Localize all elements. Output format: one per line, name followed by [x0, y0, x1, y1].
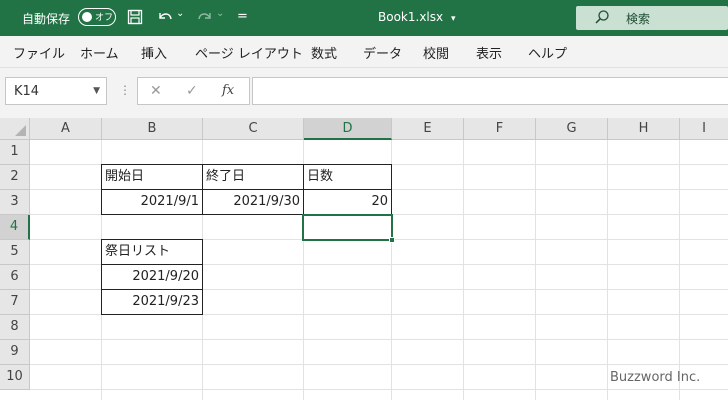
row-header-3[interactable]: 3 — [0, 190, 30, 215]
row-header-9[interactable]: 9 — [0, 340, 30, 365]
select-all-triangle — [15, 125, 26, 136]
column-header-e[interactable]: E — [392, 118, 464, 140]
cell-c3[interactable]: 2021/9/30 — [202, 189, 304, 215]
select-all-button[interactable] — [0, 118, 30, 140]
fill-handle[interactable] — [389, 237, 395, 243]
active-cell-d4[interactable] — [302, 214, 395, 243]
row-header-6[interactable]: 6 — [0, 265, 30, 290]
undo-icon[interactable] — [156, 8, 174, 26]
autosave-toggle[interactable]: オフ — [78, 8, 116, 26]
gridline-h — [30, 339, 728, 340]
gridline-v — [679, 140, 680, 400]
cell-d3[interactable]: 20 — [303, 189, 392, 215]
row-header-8[interactable]: 8 — [0, 315, 30, 340]
tab-formulas[interactable]: 数式 — [311, 43, 337, 62]
gridline-v — [607, 140, 608, 400]
name-box-value: K14 — [14, 84, 40, 99]
column-header-d[interactable]: D — [304, 118, 392, 140]
cell-b6[interactable]: 2021/9/20 — [101, 264, 203, 290]
column-header-h[interactable]: H — [608, 118, 680, 140]
gridline-v — [463, 140, 464, 400]
save-icon[interactable] — [126, 8, 144, 26]
cell-b7[interactable]: 2021/9/23 — [101, 289, 203, 315]
file-title-caret: ▾ — [450, 14, 456, 24]
cell-b5[interactable]: 祭日リスト — [101, 239, 203, 265]
tab-insert[interactable]: 挿入 — [141, 43, 167, 62]
column-header-a[interactable]: A — [30, 118, 102, 140]
toggle-knob — [82, 12, 92, 22]
qat-customize-button[interactable]: = — [237, 9, 248, 24]
row-header-2[interactable]: 2 — [0, 165, 30, 190]
tab-view[interactable]: 表示 — [476, 43, 502, 62]
tab-help[interactable]: ヘルプ — [528, 43, 567, 62]
row-header-4[interactable]: 4 — [0, 215, 30, 240]
column-header-i[interactable]: I — [680, 118, 728, 140]
watermark-text: Buzzword Inc. — [610, 370, 701, 385]
tab-page-layout[interactable]: ページ レイアウト — [195, 43, 303, 62]
search-label: 検索 — [626, 12, 651, 26]
name-box[interactable]: K14 ▼ — [5, 77, 107, 105]
formula-buttons: ✕ ✓ fx — [137, 77, 250, 105]
row-header-10[interactable]: 10 — [0, 365, 30, 390]
column-header-c[interactable]: C — [203, 118, 304, 140]
gridline-h — [30, 364, 728, 365]
file-title[interactable]: Book1.xlsx ▾ — [378, 10, 455, 24]
autosave-state: オフ — [95, 13, 114, 23]
undo-dropdown[interactable]: ⌄ — [176, 8, 184, 19]
title-bar: 自動保存 オフ ⌄ ⌄ = Book1.xlsx ▾ 検索 — [0, 0, 728, 36]
tab-home[interactable]: ホーム — [80, 43, 119, 62]
column-header-g[interactable]: G — [536, 118, 608, 140]
cancel-icon[interactable]: ✕ — [150, 83, 162, 99]
redo-icon — [196, 8, 214, 26]
cell-d2[interactable]: 日数 — [303, 164, 392, 190]
fx-icon[interactable]: fx — [222, 83, 234, 98]
formula-row: K14 ▼ ⋮ ✕ ✓ fx — [0, 68, 728, 118]
autosave-label: 自動保存 — [22, 12, 71, 26]
tab-file[interactable]: ファイル — [13, 43, 65, 62]
enter-icon[interactable]: ✓ — [186, 83, 198, 99]
search-box[interactable]: 検索 — [576, 6, 728, 30]
column-header-b[interactable]: B — [102, 118, 203, 140]
cell-b3[interactable]: 2021/9/1 — [101, 189, 203, 215]
formula-input[interactable] — [252, 77, 728, 105]
row-header-5[interactable]: 5 — [0, 240, 30, 265]
file-name: Book1.xlsx — [378, 10, 444, 24]
menu-bar: ファイル ホーム 挿入 ページ レイアウト 数式 データ 校閲 表示 ヘルプ — [0, 36, 728, 68]
spreadsheet-grid[interactable]: A B C D E F G H I 1 2 3 4 5 6 7 8 9 10 開… — [0, 118, 728, 400]
name-box-dropdown-icon[interactable]: ▼ — [93, 86, 100, 96]
column-header-f[interactable]: F — [464, 118, 536, 140]
cell-b2[interactable]: 開始日 — [101, 164, 203, 190]
row-header-1[interactable]: 1 — [0, 140, 30, 165]
cell-c2[interactable]: 終了日 — [202, 164, 304, 190]
tab-review[interactable]: 校閲 — [423, 43, 449, 62]
gridline-v — [535, 140, 536, 400]
redo-dropdown: ⌄ — [216, 8, 225, 19]
gridline-h — [30, 389, 728, 390]
formula-bar-grip[interactable]: ⋮ — [119, 83, 131, 97]
tab-data[interactable]: データ — [363, 43, 402, 62]
search-icon — [594, 9, 610, 29]
row-header-7[interactable]: 7 — [0, 290, 30, 315]
